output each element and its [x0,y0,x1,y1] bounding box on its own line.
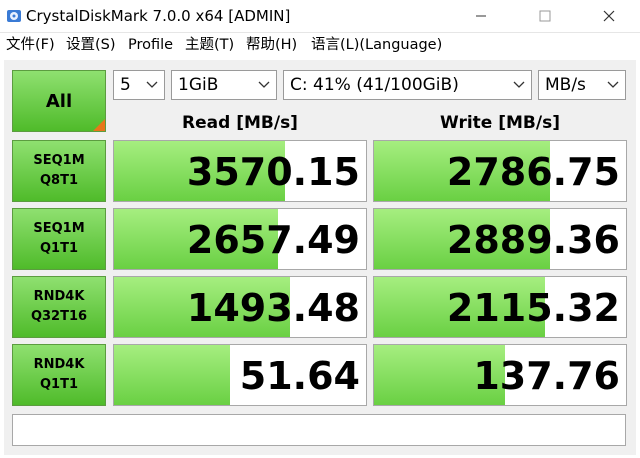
test-name: RND4K [33,357,85,372]
all-button-label: All [45,90,73,112]
menu-bar: 文件(F) 设置(S) Profile 主题(T) 帮助(H) 语言(L)(La… [0,32,640,58]
write-header: Write [MB/s] [440,113,560,133]
unit-value: MB/s [545,75,586,95]
app-icon [7,10,21,22]
write-result-cell: 2115.32 [373,276,627,338]
comment-field[interactable] [12,414,626,446]
all-button[interactable]: All [12,70,106,132]
test-name: RND4K [33,289,85,304]
menu-file[interactable]: 文件(F) [6,36,55,54]
test-button-rnd4k-q1t1[interactable]: RND4K Q1T1 [12,344,106,406]
menu-profile[interactable]: Profile [128,36,173,54]
test-params: Q8T1 [39,173,78,188]
read-value: 3570.15 [186,150,360,194]
read-result-cell: 1493.48 [113,276,367,338]
close-button[interactable] [586,0,632,32]
chevron-down-icon [146,81,158,88]
test-params: Q1T1 [39,377,78,392]
test-button-rnd4k-q32t16[interactable]: RND4K Q32T16 [12,276,106,338]
write-value: 137.76 [473,354,620,398]
chevron-down-icon [258,81,270,88]
read-result-cell: 51.64 [113,344,367,406]
drive-select[interactable]: C: 41% (41/100GiB) [283,70,532,100]
read-value: 1493.48 [186,286,360,330]
test-button-seq1m-q8t1[interactable]: SEQ1M Q8T1 [12,140,106,202]
test-params: Q32T16 [30,309,88,324]
test-count-select[interactable]: 5 [113,70,165,100]
read-bar [114,345,230,405]
menu-help[interactable]: 帮助(H) [246,36,297,54]
menu-settings[interactable]: 设置(S) [66,36,116,54]
read-value: 51.64 [239,354,360,398]
drive-value: C: 41% (41/100GiB) [290,75,459,95]
chevron-down-icon [607,81,619,88]
title-bar: CrystalDiskMark 7.0.0 x64 [ADMIN] [0,0,640,33]
menu-theme[interactable]: 主题(T) [185,36,234,54]
corner-marker-icon [93,119,105,131]
write-value: 2115.32 [446,286,620,330]
test-count-value: 5 [120,75,131,95]
chevron-down-icon [513,81,525,88]
read-value: 2657.49 [186,218,360,262]
minimize-icon [476,15,486,17]
test-params: Q1T1 [39,241,78,256]
menu-language[interactable]: 语言(L)(Language) [311,36,442,54]
read-result-cell: 3570.15 [113,140,367,202]
read-result-cell: 2657.49 [113,208,367,270]
test-name: SEQ1M [33,221,85,236]
window-title: CrystalDiskMark 7.0.0 x64 [ADMIN] [26,7,291,25]
read-header: Read [MB/s] [182,113,298,133]
write-result-cell: 2889.36 [373,208,627,270]
maximize-icon [539,10,551,22]
write-result-cell: 2786.75 [373,140,627,202]
test-size-value: 1GiB [178,75,219,95]
unit-select[interactable]: MB/s [538,70,626,100]
close-icon [603,10,615,22]
minimize-button[interactable] [458,0,504,32]
write-result-cell: 137.76 [373,344,627,406]
test-size-select[interactable]: 1GiB [171,70,277,100]
maximize-button[interactable] [522,0,568,32]
test-name: SEQ1M [33,153,85,168]
write-value: 2786.75 [446,150,620,194]
test-button-seq1m-q1t1[interactable]: SEQ1M Q1T1 [12,208,106,270]
write-value: 2889.36 [446,218,620,262]
